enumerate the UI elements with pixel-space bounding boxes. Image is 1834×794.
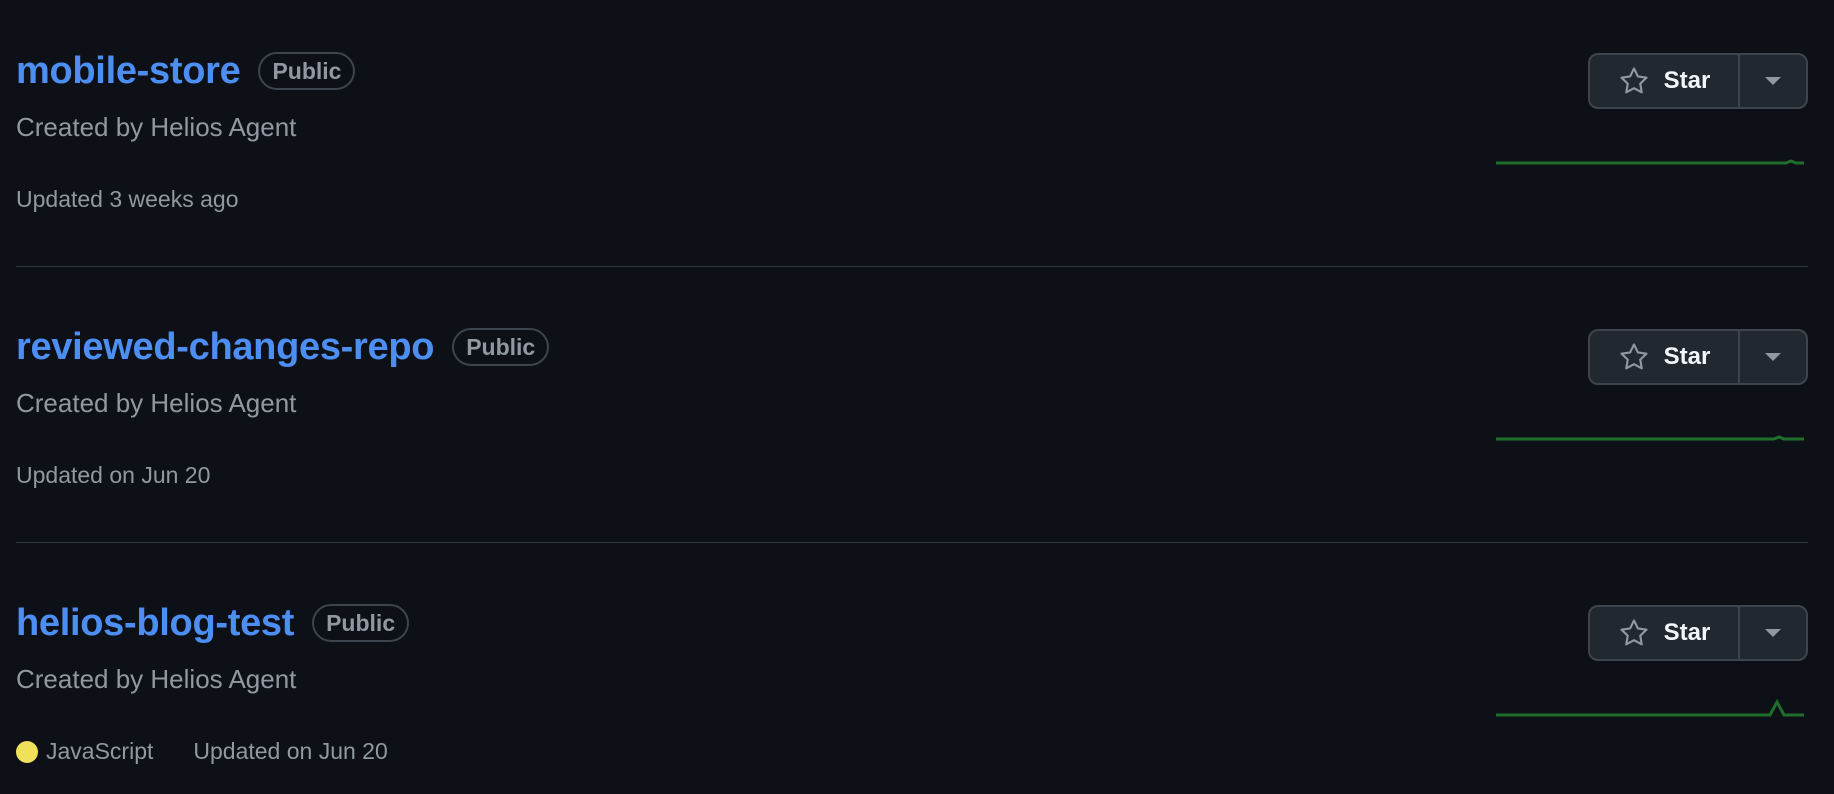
star-button-group: Star xyxy=(1588,605,1808,661)
star-label: Star xyxy=(1663,619,1711,646)
star-list-dropdown-button[interactable] xyxy=(1740,55,1806,107)
triangle-down-icon xyxy=(1765,77,1781,85)
star-icon xyxy=(1620,619,1648,646)
star-label: Star xyxy=(1663,343,1711,370)
divider xyxy=(16,266,1808,267)
repo-name-link[interactable]: reviewed-changes-repo xyxy=(16,326,434,369)
repo-name-link[interactable]: helios-blog-test xyxy=(16,602,294,645)
visibility-badge: Public xyxy=(452,328,550,366)
repo-meta: Updated 3 weeks ago xyxy=(16,186,239,213)
star-icon xyxy=(1620,343,1648,370)
repo-description: Created by Helios Agent xyxy=(16,112,297,142)
repo-title-row: helios-blog-test Public xyxy=(16,600,410,646)
updated-time: Updated 3 weeks ago xyxy=(16,186,239,212)
divider xyxy=(16,542,1808,543)
star-icon xyxy=(1620,67,1648,94)
repo-language: JavaScript xyxy=(46,738,154,764)
triangle-down-icon xyxy=(1765,629,1781,637)
star-button[interactable]: Star xyxy=(1590,331,1740,383)
star-list-dropdown-button[interactable] xyxy=(1740,331,1806,383)
repo-title-row: mobile-store Public xyxy=(16,48,356,94)
star-button-group: Star xyxy=(1588,53,1808,109)
updated-time: Updated on Jun 20 xyxy=(16,462,211,488)
repo-item: reviewed-changes-repo Public Created by … xyxy=(16,276,1808,552)
visibility-badge: Public xyxy=(258,52,356,90)
repo-meta: Updated on Jun 20 xyxy=(16,462,210,489)
activity-sparkline xyxy=(1496,159,1804,165)
language-color-dot xyxy=(16,740,38,763)
star-button[interactable]: Star xyxy=(1590,55,1740,107)
updated-time: Updated on Jun 20 xyxy=(193,738,388,764)
repo-meta: JavaScript Updated on Jun 20 xyxy=(16,738,388,765)
activity-sparkline xyxy=(1496,698,1804,717)
repo-title-row: reviewed-changes-repo Public xyxy=(16,324,550,370)
activity-sparkline xyxy=(1496,435,1804,441)
visibility-badge: Public xyxy=(312,604,410,642)
star-label: Star xyxy=(1663,67,1711,94)
repo-item: helios-blog-test Public Created by Helio… xyxy=(16,552,1808,794)
star-list-dropdown-button[interactable] xyxy=(1740,607,1806,659)
repo-description: Created by Helios Agent xyxy=(16,664,297,694)
star-button[interactable]: Star xyxy=(1590,607,1740,659)
triangle-down-icon xyxy=(1765,353,1781,361)
repo-description: Created by Helios Agent xyxy=(16,388,297,418)
repo-item: mobile-store Public Created by Helios Ag… xyxy=(16,0,1808,276)
repo-name-link[interactable]: mobile-store xyxy=(16,50,241,93)
repository-list: mobile-store Public Created by Helios Ag… xyxy=(0,0,1834,794)
star-button-group: Star xyxy=(1588,329,1808,385)
